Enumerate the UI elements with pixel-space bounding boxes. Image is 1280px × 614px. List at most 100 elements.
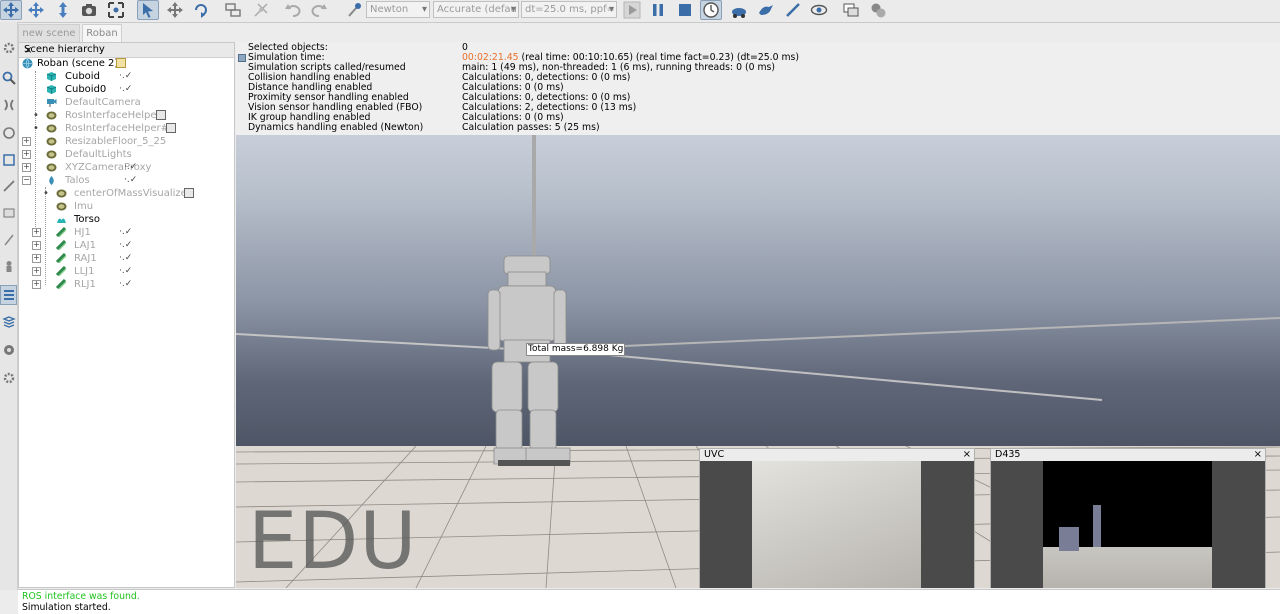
tree-item-label: ResizableFloor_5_25 [65,136,167,147]
expand-icon[interactable]: + [32,280,41,289]
scene-hierarchy-toggle-icon[interactable] [0,285,17,305]
close-icon[interactable]: × [24,44,232,57]
object-shift-icon[interactable] [164,0,186,20]
object-rotate-icon[interactable] [190,0,212,20]
undo-icon[interactable] [282,0,304,20]
script-icon: ·.✓ [119,266,133,276]
tree-item-imu[interactable]: Imu [19,200,234,213]
tree-item-cuboid0[interactable]: Cuboid0 ·.✓ [19,83,234,96]
dummy-icon [46,124,57,133]
tree-item-label: Torso [74,214,100,225]
tree-item-rlj1[interactable]: + RLJ1 ·.✓ [19,278,234,291]
tree-item-label: Cuboid0 [65,84,107,95]
object-move-icon[interactable] [25,0,47,20]
uvc-sensor-view[interactable]: UVC × [699,448,975,588]
expand-icon[interactable]: + [32,228,41,237]
expand-icon[interactable]: + [32,241,41,250]
model-browser-icon[interactable] [0,312,17,332]
tree-item-hj1[interactable]: + HJ1 ·.✓ [19,226,234,239]
transfer-dna-icon[interactable] [250,0,272,20]
thread-icon[interactable] [782,0,804,20]
tab-roban[interactable]: Roban [82,24,122,42]
camera-tool-icon[interactable] [0,340,17,360]
play-icon[interactable] [621,0,643,20]
status-line-simulation: Simulation started. [22,602,111,613]
tree-item-llj1[interactable]: + LLJ1 ·.✓ [19,265,234,278]
layers-icon[interactable] [0,203,17,223]
collapse-icon[interactable]: − [22,176,31,185]
expand-icon[interactable]: + [22,163,31,172]
visualize-icon[interactable] [808,0,830,20]
info-value: Calculation passes: 5 (25 ms) [462,122,600,133]
stop-icon[interactable] [674,0,696,20]
verify-icon[interactable] [343,0,365,20]
tree-item-defaultcamera[interactable]: DefaultCamera [19,96,234,109]
dummy-icon [46,150,57,159]
shape-edit-icon[interactable] [0,176,17,196]
camera-rotate-icon[interactable] [78,0,100,20]
page-selector-icon[interactable] [840,0,862,20]
tree-item-defaultlights[interactable]: + DefaultLights [19,148,234,161]
script-icon: ·.✓ [119,279,133,289]
assemble-icon[interactable] [222,0,244,20]
uvc-image [752,461,921,588]
physics-engine-select[interactable]: Newton ▾ [366,1,430,18]
tab-new-scene[interactable]: new scene [18,24,80,42]
redo-icon[interactable] [308,0,330,20]
d435-cuboid0 [1093,505,1101,547]
real-time-icon[interactable] [700,0,722,20]
timestep-value: dt=25.0 ms, ppf=1 [525,4,617,15]
search-icon[interactable] [0,68,17,88]
paths-icon[interactable] [0,123,17,143]
uvc-left-border [700,461,752,588]
d435-cuboid [1059,527,1079,551]
slower-icon[interactable] [728,0,750,20]
chevron-down-icon: ▾ [421,4,427,15]
tree-item-centerofmassvisualizer[interactable]: • centerOfMassVisualizer [19,187,234,200]
expand-icon[interactable]: + [22,137,31,146]
fit-to-view-icon[interactable] [105,0,127,20]
faster-icon[interactable] [755,0,777,20]
info-toggle-icon[interactable] [238,54,246,62]
tree-item-scene[interactable]: Roban (scene 2) [19,57,234,70]
tree-item-label: RosInterfaceHelper [65,110,161,121]
d435-sensor-view[interactable]: D435 × [990,448,1266,588]
simulation-info-overlay: Selected objects: 0 Simulation time: 00:… [236,42,1280,135]
tree-item-label: LLJ1 [74,266,95,277]
scripts-icon[interactable] [0,150,17,170]
tree-item-label: Cuboid [65,71,100,82]
tree-item-xyzcameraproxy[interactable]: + XYZCameraProxy ·.✓ [19,161,234,174]
tree-item-torso[interactable]: Torso [19,213,234,226]
scene-viewport[interactable]: Total mass=6.898 Kg EDU Selected objects… [236,42,1280,588]
expand-icon[interactable]: + [22,150,31,159]
timestep-select[interactable]: dt=25.0 ms, ppf=1 ▾ [521,1,617,18]
settings-icon[interactable] [0,38,17,58]
tree-item-talos[interactable]: − Talos ·.✓ [19,174,234,187]
robot-tool-icon[interactable] [0,257,17,277]
joint-icon [56,279,67,290]
tree-item-rosinterfacehelper[interactable]: • RosInterfaceHelper [19,109,234,122]
dummy-tool-icon[interactable] [0,230,17,250]
tree-item-cuboid[interactable]: Cuboid ·.✓ [19,70,234,83]
info-row-dynamics: Dynamics handling enabled (Newton) Calcu… [236,123,1280,133]
camera-pan-icon[interactable] [0,0,22,20]
pause-icon[interactable] [647,0,669,20]
joint-tool-icon[interactable] [0,95,17,115]
script-icon: ·.✓ [119,84,133,94]
close-icon[interactable]: × [1254,449,1262,461]
tree-item-rosinterfacehelper0[interactable]: • RosInterfaceHelper#0 [19,122,234,135]
expand-icon[interactable]: + [32,254,41,263]
tree-item-resizablefloor[interactable]: + ResizableFloor_5_25 [19,135,234,148]
accuracy-select[interactable]: Accurate (defau ▾ [433,1,519,18]
click-select-icon[interactable] [137,0,159,20]
uvc-right-border [921,461,974,588]
zoom-icon[interactable] [52,0,74,20]
scene-selector-icon[interactable] [867,0,889,20]
gear-icon[interactable] [0,368,17,388]
dummy-icon [56,189,67,198]
expand-icon[interactable]: + [32,267,41,276]
close-icon[interactable]: × [963,449,971,461]
shape-icon [57,218,66,223]
tree-item-raj1[interactable]: + RAJ1 ·.✓ [19,252,234,265]
tree-item-laj1[interactable]: + LAJ1 ·.✓ [19,239,234,252]
